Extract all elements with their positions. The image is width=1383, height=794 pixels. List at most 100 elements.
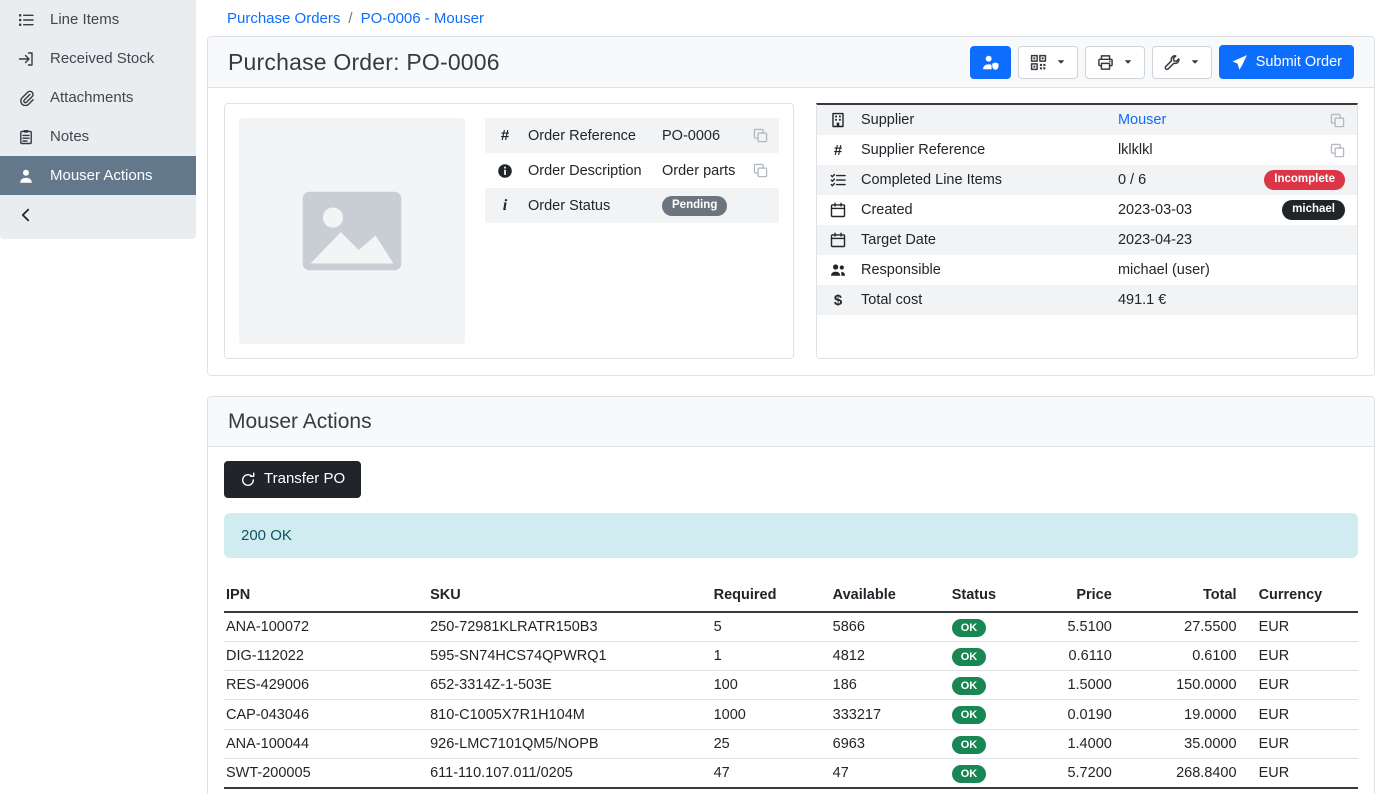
table-row: DIG-112022595-SN74HCS74QPWRQ114812OK0.61… [224, 642, 1358, 671]
detail-row-actions [1330, 113, 1345, 128]
copy-button[interactable] [753, 128, 768, 143]
table-row: CAP-043046810-C1005X7R1H104M1000333217OK… [224, 700, 1358, 729]
sidebar-item-mouser-actions[interactable]: Mouser Actions [0, 156, 196, 195]
list-check-icon [829, 172, 847, 188]
detail-label-cell: Supplier [829, 112, 1118, 128]
line-items-table: IPNSKURequiredAvailableStatusPriceTotalC… [224, 580, 1358, 794]
detail-value-supplier-reference: lklklkl [1118, 142, 1330, 158]
sidebar-collapse-button[interactable] [0, 195, 196, 235]
copy-button[interactable] [1330, 143, 1345, 158]
user-shield-icon [982, 54, 999, 71]
cell-available: 186 [831, 671, 950, 700]
users-icon [829, 262, 847, 278]
detail-value-order-reference: PO-0006 [662, 128, 753, 144]
status-alert: 200 OK [224, 513, 1358, 558]
breadcrumb-link-po-0006-mouser[interactable]: PO-0006 - Mouser [361, 10, 484, 27]
detail-row-order-description: Order DescriptionOrder parts [485, 153, 779, 188]
cell-ipn: ANA-100072 [224, 612, 428, 642]
breadcrumb-separator: / [348, 10, 352, 27]
sidebar-item-attachments[interactable]: Attachments [0, 78, 196, 117]
badge-incomplete: Incomplete [1264, 170, 1345, 190]
status-badge: OK [952, 677, 987, 695]
barcode-actions-button[interactable] [1018, 46, 1078, 79]
order-details-section: # Order Reference PO-0006 Order Description… [208, 88, 1374, 375]
cell-currency: EUR [1245, 612, 1358, 642]
cell-status: OK [950, 700, 1029, 729]
copy-button[interactable] [1330, 113, 1345, 128]
print-actions-button[interactable] [1085, 46, 1145, 79]
breadcrumb-link-purchase-orders[interactable]: Purchase Orders [227, 10, 340, 27]
submit-order-button[interactable]: Submit Order [1219, 45, 1354, 79]
cell-available: 5866 [831, 612, 950, 642]
part-image-placeholder[interactable] [239, 118, 465, 344]
table-row: SWT-200005611-110.107.011/02054747OK5.72… [224, 758, 1358, 788]
line-items-table-body: ANA-100072250-72981KLRATR150B355866OK5.5… [224, 612, 1358, 788]
cell-status: OK [950, 612, 1029, 642]
cell-currency: EUR [1245, 642, 1358, 671]
cell-ipn: CAP-043046 [224, 700, 428, 729]
detail-label-cell: Order Description [496, 163, 662, 179]
cell-sku: 810-C1005X7R1H104M [428, 700, 712, 729]
table-row: ANA-100044926-LMC7101QM5/NOPB256963OK1.4… [224, 729, 1358, 758]
printer-icon [1097, 54, 1114, 71]
cell-ipn: DIG-112022 [224, 642, 428, 671]
detail-value-supplier[interactable]: Mouser [1118, 112, 1330, 128]
cell-currency: EUR [1245, 700, 1358, 729]
detail-label-cell: # Order Reference [496, 128, 662, 144]
detail-label-cell: Created [829, 202, 1118, 218]
mouser-actions-panel: Mouser Actions Transfer PO 200 OK IPNSKU… [207, 396, 1375, 794]
transfer-po-button[interactable]: Transfer PO [224, 461, 361, 498]
toolbar: Submit Order [970, 45, 1354, 79]
detail-label: Supplier Reference [861, 142, 985, 158]
user-admin-button[interactable] [970, 46, 1011, 79]
cell-total: 35.0000 [1120, 729, 1245, 758]
mouser-actions-header: Mouser Actions [208, 397, 1374, 447]
detail-label: Supplier [861, 112, 914, 128]
sidebar-item-notes[interactable]: Notes [0, 117, 196, 156]
footer-currency [1245, 788, 1358, 794]
detail-label: Responsible [861, 262, 941, 278]
detail-value-total-cost: 491.1 € [1118, 292, 1345, 308]
cell-ipn: ANA-100044 [224, 729, 428, 758]
cell-available: 6963 [831, 729, 950, 758]
status-badge: OK [952, 706, 987, 724]
main-content: Purchase Orders/PO-0006 - Mouser Purchas… [196, 0, 1383, 794]
cell-available: 47 [831, 758, 950, 788]
detail-value-completed-line-items: 0 / 6 [1118, 172, 1264, 188]
user-icon [17, 168, 35, 184]
transfer-po-label: Transfer PO [264, 470, 345, 489]
cell-sku: 595-SN74HCS74QPWRQ1 [428, 642, 712, 671]
sidebar-item-line-items[interactable]: Line Items [0, 0, 196, 39]
detail-row-total-cost: $Total cost491.1 € [817, 285, 1357, 315]
mouser-actions-body: Transfer PO 200 OK IPNSKURequiredAvailab… [208, 447, 1374, 794]
column-header-sku: SKU [428, 580, 712, 612]
detail-row-actions: michael [1282, 200, 1345, 220]
column-header-currency: Currency [1245, 580, 1358, 612]
detail-label-cell: Responsible [829, 262, 1118, 278]
table-row: RES-429006652-3314Z-1-503E100186OK1.5000… [224, 671, 1358, 700]
detail-label: Order Status [528, 198, 610, 214]
cell-required: 1000 [712, 700, 831, 729]
status-badge: OK [952, 736, 987, 754]
cell-total: 150.0000 [1120, 671, 1245, 700]
detail-label-cell: Target Date [829, 232, 1118, 248]
sidebar-item-label: Mouser Actions [50, 167, 153, 184]
hash-icon: # [496, 128, 514, 143]
order-actions-button[interactable] [1152, 46, 1212, 79]
order-info-table: # Order Reference PO-0006 Order Description… [485, 118, 779, 223]
cell-price: 5.7200 [1029, 758, 1120, 788]
tools-icon [1164, 54, 1181, 71]
sidebar-item-received-stock[interactable]: Received Stock [0, 39, 196, 78]
dollar-icon: $ [829, 293, 847, 308]
cell-currency: EUR [1245, 758, 1358, 788]
line-items-table-foot: Total501.0000 [224, 788, 1358, 794]
cell-total: 0.6100 [1120, 642, 1245, 671]
calendar-icon [829, 202, 847, 218]
footer-spacer [428, 788, 1120, 794]
clipboard-icon [17, 129, 35, 145]
detail-label: Order Reference [528, 128, 636, 144]
column-header-total: Total [1120, 580, 1245, 612]
building-icon [829, 112, 847, 128]
copy-button[interactable] [753, 163, 768, 178]
column-header-available: Available [831, 580, 950, 612]
